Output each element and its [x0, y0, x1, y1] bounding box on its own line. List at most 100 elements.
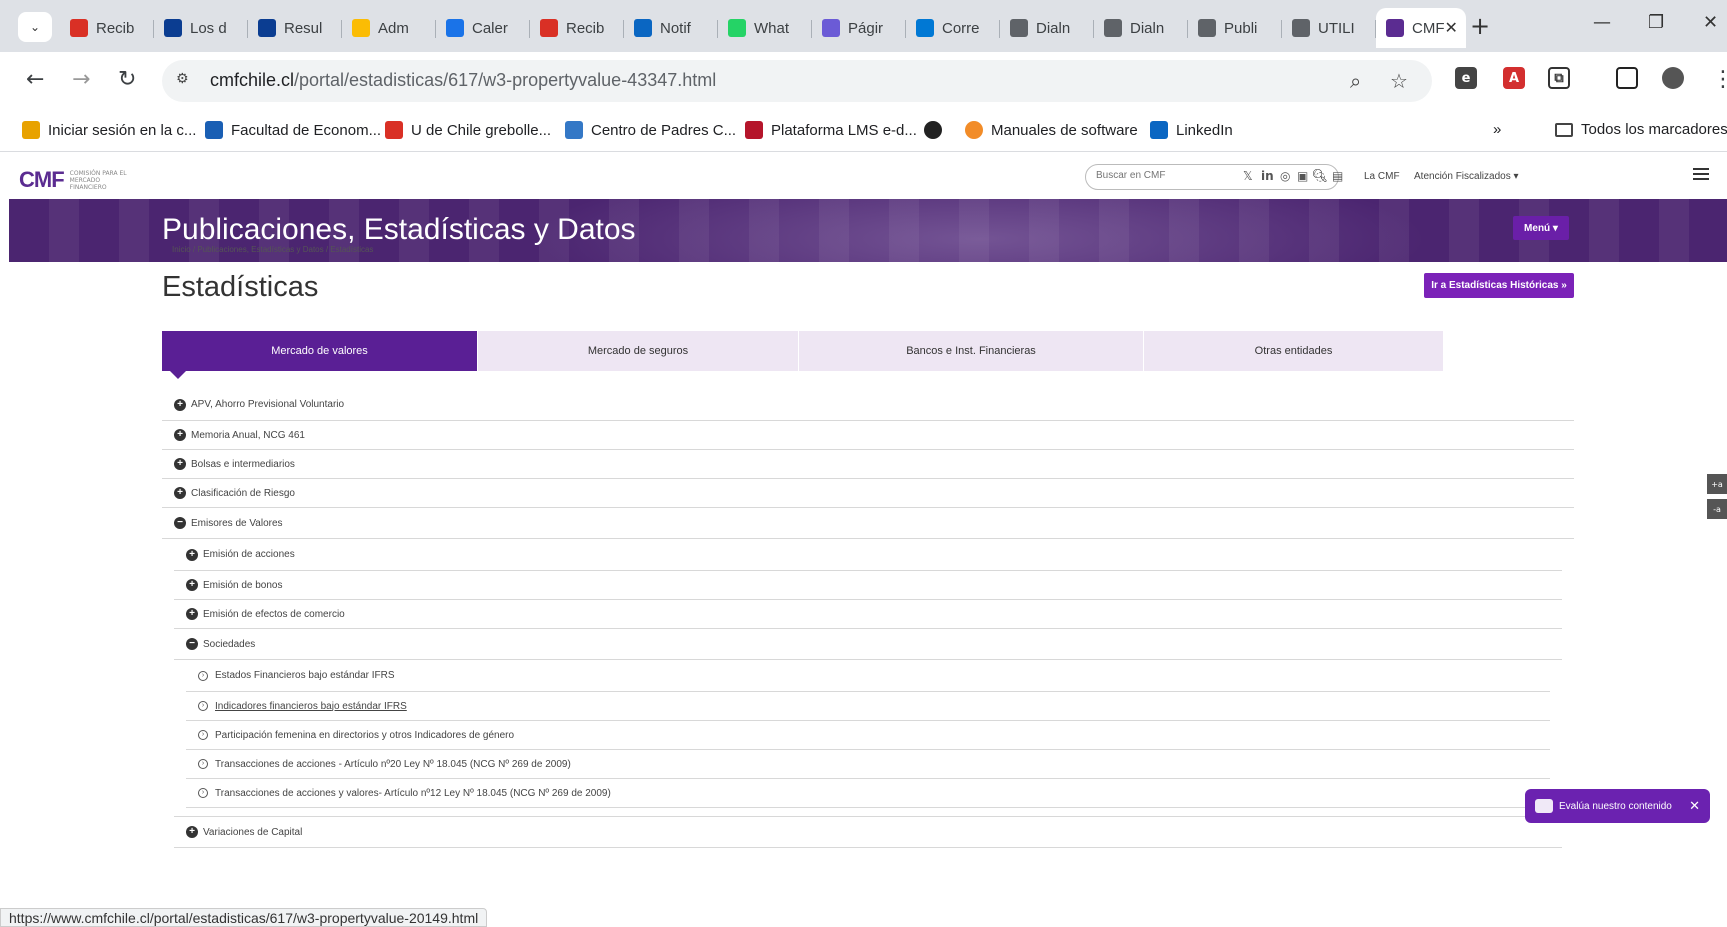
tree-link-transacciones-20[interactable]: › Transacciones de acciones - Artículo nº…	[186, 750, 1550, 779]
expand-icon[interactable]: +	[186, 608, 198, 620]
browser-tab[interactable]: CMF ✕	[1376, 8, 1466, 48]
font-increase-button[interactable]: +a	[1707, 474, 1727, 494]
url-text[interactable]: cmfchile.cl/portal/estadisticas/617/w3-p…	[210, 70, 716, 91]
browser-tab[interactable]: Dialn	[1000, 8, 1094, 48]
tree-link-transacciones-12[interactable]: › Transacciones de acciones y valores- Ar…	[186, 779, 1550, 808]
tree-item-sociedades[interactable]: − Sociedades	[174, 629, 1562, 660]
tree-item-variaciones[interactable]: + Variaciones de Capital	[174, 816, 1562, 848]
bookmark-item[interactable]: Facultad de Econom...	[205, 121, 381, 139]
instagram-icon[interactable]: ◎	[1280, 169, 1290, 183]
browser-tab[interactable]: Recib	[530, 8, 624, 48]
tree-item-emisores[interactable]: − Emisores de Valores	[162, 508, 1574, 539]
expand-icon[interactable]: +	[186, 826, 198, 838]
close-tab-icon[interactable]: ✕	[1445, 18, 1458, 38]
whatsapp-icon[interactable]: ◌	[1315, 169, 1325, 183]
all-bookmarks-folder[interactable]: Todos los marcadores	[1555, 121, 1727, 138]
site-info-icon[interactable]: ⚙	[176, 71, 196, 91]
tree-item-clasificacion[interactable]: + Clasificación de Riesgo	[162, 479, 1574, 508]
browser-tab[interactable]: Corre	[906, 8, 1000, 48]
close-icon[interactable]: ✕	[1689, 798, 1700, 814]
tree-link-label[interactable]: Participación femenina en directorios y …	[215, 730, 514, 741]
tab-otras-entidades[interactable]: Otras entidades	[1144, 331, 1444, 371]
tab-bancos[interactable]: Bancos e Inst. Financieras	[799, 331, 1144, 371]
tree-item-emision-acciones[interactable]: + Emisión de acciones	[174, 539, 1562, 571]
browser-tab[interactable]: Los d	[154, 8, 248, 48]
breadcrumb[interactable]: Inicio / Publicaciones, Estadísticas y D…	[172, 245, 373, 254]
linkedin-icon[interactable]: in	[1261, 169, 1274, 183]
font-decrease-button[interactable]: -a	[1707, 499, 1727, 519]
browser-tab[interactable]: Publi	[1188, 8, 1282, 48]
globe-icon	[924, 121, 942, 139]
browser-tab[interactable]: Dialn	[1094, 8, 1188, 48]
new-tab-button[interactable]: +	[1470, 12, 1490, 40]
expand-icon[interactable]: +	[174, 458, 186, 470]
tree-link-label[interactable]: Indicadores financieros bajo estándar IF…	[215, 701, 407, 712]
newsletter-icon[interactable]: ▤	[1332, 169, 1343, 183]
tree-link-estados-financieros[interactable]: › Estados Financieros bajo estándar IFRS	[186, 660, 1550, 692]
browser-tab[interactable]: Págir	[812, 8, 906, 48]
tree-item-efectos-comercio[interactable]: + Emisión de efectos de comercio	[174, 600, 1562, 629]
tree-link-label[interactable]: Transacciones de acciones y valores- Art…	[215, 788, 611, 799]
bookmark-item[interactable]: Plataforma LMS e-d...	[745, 121, 917, 139]
bookmark-item[interactable]	[924, 121, 950, 139]
tab-search-button[interactable]: ⌄	[18, 12, 52, 42]
collapse-icon[interactable]: −	[174, 517, 186, 529]
bookmark-item[interactable]: Centro de Padres C...	[565, 121, 736, 139]
tree-link-label[interactable]: Transacciones de acciones - Artículo nº2…	[215, 759, 571, 770]
expand-icon[interactable]: +	[174, 429, 186, 441]
tree-item-bolsas[interactable]: + Bolsas e intermediarios	[162, 450, 1574, 479]
tab-mercado-seguros[interactable]: Mercado de seguros	[478, 331, 799, 371]
section-menu-button[interactable]: Menú ▾	[1513, 216, 1569, 240]
tab-mercado-valores[interactable]: Mercado de valores	[162, 331, 478, 379]
address-bar[interactable]: ⚙ cmfchile.cl/portal/estadisticas/617/w3…	[162, 60, 1432, 102]
profile-avatar[interactable]	[1662, 67, 1684, 89]
reload-button[interactable]: ↻	[118, 67, 136, 92]
la-cmf-link[interactable]: La CMF	[1364, 171, 1400, 182]
tree-item-emision-bonos[interactable]: + Emisión de bonos	[174, 571, 1562, 600]
back-button[interactable]: ←	[26, 67, 44, 92]
bookmark-item[interactable]: U de Chile grebolle...	[385, 121, 551, 139]
browser-menu-icon[interactable]: ⋮	[1712, 67, 1727, 92]
bookmark-item[interactable]: LinkedIn	[1150, 121, 1233, 139]
expand-icon[interactable]: +	[186, 548, 198, 561]
hamburger-menu-icon[interactable]	[1693, 168, 1709, 180]
tree-link-indicadores[interactable]: › Indicadores financieros bajo estándar I…	[186, 692, 1550, 721]
historical-stats-button[interactable]: Ir a Estadísticas Históricas »	[1424, 273, 1574, 298]
extensions-puzzle-icon[interactable]: ⧉	[1548, 67, 1570, 89]
expand-icon[interactable]: +	[186, 579, 198, 591]
extension-icon[interactable]: e	[1455, 67, 1477, 89]
browser-tab[interactable]: What	[718, 8, 812, 48]
bookmark-label: Centro de Padres C...	[591, 121, 737, 139]
collapse-icon[interactable]: −	[186, 638, 198, 650]
side-panel-icon[interactable]	[1616, 67, 1638, 89]
tree-item-label: Variaciones de Capital	[203, 826, 303, 838]
tree-item-memoria[interactable]: + Memoria Anual, NCG 461	[162, 421, 1574, 450]
minimize-button[interactable]: —	[1593, 12, 1611, 33]
zoom-icon[interactable]: ⌕	[1350, 69, 1361, 93]
feedback-widget[interactable]: Evalúa nuestro contenido ✕	[1525, 789, 1710, 823]
browser-tab[interactable]: Adm	[342, 8, 436, 48]
bookmark-star-icon[interactable]: ☆	[1390, 69, 1408, 93]
browser-tab[interactable]: Notif	[624, 8, 718, 48]
tab-title: Corre	[942, 19, 980, 37]
tree-item-apv[interactable]: + APV, Ahorro Previsional Voluntario	[162, 389, 1574, 421]
forward-button[interactable]: →	[72, 67, 90, 92]
bookmarks-overflow-icon[interactable]: »	[1493, 121, 1501, 138]
cmf-logo[interactable]: CMF COMISIÓN PARA EL MERCADO FINANCIERO	[19, 167, 135, 193]
tree-link-label[interactable]: Estados Financieros bajo estándar IFRS	[215, 670, 395, 681]
browser-tab[interactable]: UTILI	[1282, 8, 1376, 48]
youtube-icon[interactable]: ▣	[1297, 169, 1308, 183]
expand-icon[interactable]: +	[174, 487, 186, 499]
close-window-button[interactable]: ✕	[1703, 12, 1718, 33]
atencion-fiscalizados-menu[interactable]: Atención Fiscalizados ▾	[1414, 171, 1519, 182]
pdf-extension-icon[interactable]: A	[1503, 67, 1525, 89]
browser-tab[interactable]: Caler	[436, 8, 530, 48]
restore-button[interactable]: ❐	[1648, 12, 1664, 33]
bookmark-item[interactable]: Manuales de software	[965, 121, 1138, 139]
x-icon[interactable]: 𝕏	[1243, 169, 1253, 183]
expand-icon[interactable]: +	[174, 398, 186, 411]
browser-tab[interactable]: Recib	[60, 8, 154, 48]
tree-link-participacion[interactable]: › Participación femenina en directorios y…	[186, 721, 1550, 750]
browser-tab[interactable]: Resul	[248, 8, 342, 48]
bookmark-item[interactable]: Iniciar sesión en la c...	[22, 121, 196, 139]
